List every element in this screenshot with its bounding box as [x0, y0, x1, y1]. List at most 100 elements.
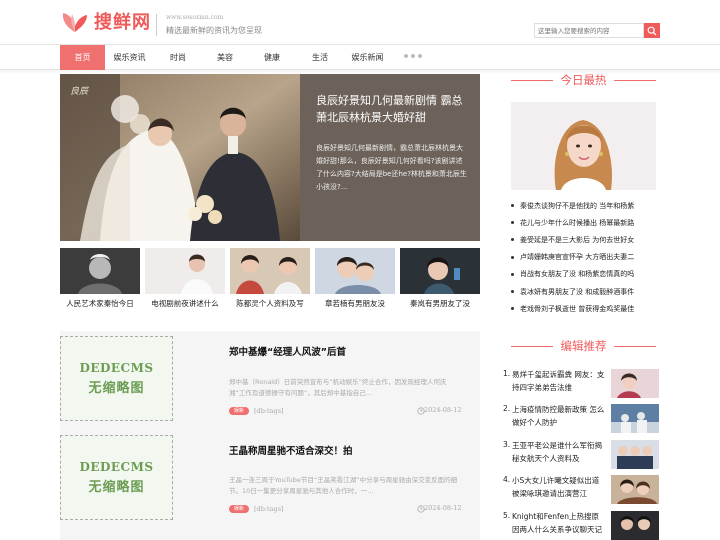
search-icon — [647, 26, 657, 35]
search-button[interactable] — [644, 23, 660, 38]
recommended-item[interactable]: 5. Knight和Fenfen上热搜原因两人什么关系争议聊天记 — [503, 511, 663, 540]
thumbnail-row: 人民艺术家秦怡今日 电视剧前夜讲述什么 陈都灵个人资料及写 章若楠有男朋友没 秦… — [60, 248, 480, 312]
site-logo[interactable]: 搜鲜网 — [60, 6, 151, 36]
banner-title[interactable]: 良辰好景知几何最新剧情 霸总萧北辰林杭景大婚好甜 — [316, 92, 468, 126]
article-title[interactable]: 郑中基爆“经理人风波”后首 — [229, 344, 346, 358]
thumbnail-image — [60, 248, 140, 294]
article-list: DEDECMS 无缩略图 郑中基爆“经理人风波”后首 郑中基（Ronald）日前… — [60, 331, 480, 540]
thumbnail-image — [315, 248, 395, 294]
thumbnail-item[interactable]: 人民艺术家秦怡今日 — [60, 248, 140, 309]
placeholder-text: 无缩略图 — [88, 480, 145, 495]
nav-item-fashion[interactable]: 时尚 — [158, 45, 198, 70]
search-box — [534, 23, 661, 38]
hot-item-title: 姜受延是不是三大影后 为何去世好女 — [520, 235, 635, 244]
placeholder-text: DEDECMS — [79, 361, 154, 375]
recommended-item[interactable]: 4. 小S大女儿许曦文疑似出道被梁咏琪邀请出演营江 — [503, 475, 663, 505]
article-summary: 郑中基（Ronald）日前突然宣布与“机动娱乐”终止合作，因发现经理人何庆湘“工… — [229, 378, 447, 397]
article-thumbnail: DEDECMS 无缩略图 — [60, 336, 173, 421]
list-item[interactable]: 秦俊杰谈狗仔不是他找的 当年和杨紫 — [511, 197, 656, 214]
recommended-title: 王亚平老公是谁什么军衔揭秘女航天个人资料及 — [512, 441, 602, 463]
list-item[interactable]: 姜受延是不是三大影后 为何去世好女 — [511, 231, 656, 248]
thumbnail-item[interactable]: 秦岚有男朋友了没 — [400, 248, 480, 309]
recommended-section-title: 编辑推荐 — [560, 339, 607, 353]
bullet-icon — [511, 255, 514, 259]
bullet-icon — [511, 238, 514, 242]
thumbnail-caption: 陈都灵个人资料及写 — [236, 299, 304, 308]
list-item[interactable]: DEDECMS 无缩略图 王晶称周星驰不适合深交！拍 王晶一连三周于YouTub… — [60, 431, 480, 540]
main-nav: 首页 娱乐资讯 时尚 美容 健康 生活 娱乐新闻 — [0, 44, 720, 70]
recommended-thumbnail — [611, 369, 659, 398]
recommended-item[interactable]: 2. 上海疫情防控最新政策 怎么做好个人防护 — [503, 404, 663, 434]
article-date: 2024-08-12 — [424, 504, 462, 512]
thumbnail-item[interactable]: 电视剧前夜讲述什么 — [145, 248, 225, 309]
recommended-item[interactable]: 1. 易烊千玺起诉霸粪 网友：支持四字弟弟告法维 — [503, 369, 663, 399]
recommended-item[interactable]: 3. 王亚平老公是谁什么军衔揭秘女航天个人资料及 — [503, 440, 663, 470]
nav-item-entertainment-news[interactable]: 娱乐新闻 — [345, 45, 390, 70]
article-title[interactable]: 王晶称周星驰不适合深交！拍 — [229, 443, 353, 457]
hot-item-title: 肖战有女朋友了没 和杨紫恋情真的吗 — [520, 270, 635, 279]
hot-item-title: 袁冰妍有男朋友了没 和成毅醉酒事件 — [520, 287, 635, 296]
list-item[interactable]: 卢靖姗韩庚官宣怀孕 大方晒出夫妻二 — [511, 249, 656, 266]
rank-number: 3. — [503, 440, 511, 449]
bullet-icon — [511, 307, 514, 311]
thumbnail-caption: 秦岚有男朋友了没 — [410, 299, 470, 308]
rank-number: 4. — [503, 475, 511, 484]
thumbnail-image — [230, 248, 310, 294]
butterfly-logo-icon — [60, 6, 90, 36]
hot-item-title: 花儿与少年什么时候播出 杨幂最新路 — [520, 218, 635, 227]
thumbnail-image — [400, 248, 480, 294]
thumbnail-item[interactable]: 陈都灵个人资料及写 — [230, 248, 310, 309]
site-url: www.sosoxian.com — [166, 14, 224, 21]
rank-number: 2. — [503, 404, 511, 413]
list-item[interactable]: DEDECMS 无缩略图 郑中基爆“经理人风波”后首 郑中基（Ronald）日前… — [60, 331, 480, 431]
nav-item-home[interactable]: 首页 — [60, 45, 105, 70]
bullet-icon — [511, 290, 514, 294]
article-tag[interactable]: 娱新 — [229, 505, 249, 513]
hot-section-heading: 今日最热 — [511, 73, 656, 87]
recommended-thumbnail — [611, 404, 659, 433]
thumbnail-item[interactable]: 章若楠有男朋友没 — [315, 248, 395, 309]
banner-image: 良辰 — [60, 74, 300, 241]
site-slogan: 精选最新鲜的资讯为您呈现 — [166, 26, 262, 35]
thumbnail-caption: 人民艺术家秦怡今日 — [66, 299, 134, 308]
svg-text:良辰: 良辰 — [70, 86, 90, 97]
hot-section-title: 今日最热 — [560, 73, 607, 87]
recommended-title: 易烊千玺起诉霸粪 网友：支持四字弟弟告法维 — [512, 370, 605, 392]
article-summary: 王晶一连三周于YouTube节目“王晶笑看江湖”中分享与周星驰由深交变反面的细节… — [229, 476, 458, 495]
article-thumbnail: DEDECMS 无缩略图 — [60, 435, 173, 520]
article-tag[interactable]: 娱新 — [229, 407, 249, 415]
hot-list: 秦俊杰谈狗仔不是他找的 当年和杨紫 花儿与少年什么时候播出 杨幂最新路 姜受延是… — [511, 197, 656, 317]
placeholder-text: DEDECMS — [79, 460, 154, 474]
recommended-thumbnail — [611, 475, 659, 504]
nav-item-beauty[interactable]: 美容 — [205, 45, 245, 70]
logo-divider — [156, 14, 157, 36]
nav-item-entertainment-info[interactable]: 娱乐资讯 — [107, 45, 152, 70]
article-date: 2024-08-12 — [424, 406, 462, 414]
bullet-icon — [511, 204, 514, 208]
list-item[interactable]: 花儿与少年什么时候播出 杨幂最新路 — [511, 214, 656, 231]
list-item[interactable]: 老戏骨刘子枫逝世 曾获得金鸡奖最佳 — [511, 300, 656, 317]
nav-item-health[interactable]: 健康 — [252, 45, 292, 70]
featured-banner[interactable]: 良辰 良辰好景知几何最新剧情 霸总萧北辰林杭景大婚好甜 良辰好景知几何最新剧情，… — [60, 74, 480, 241]
more-dots-icon[interactable] — [404, 54, 422, 58]
bullet-icon — [511, 221, 514, 225]
list-item[interactable]: 肖战有女朋友了没 和杨紫恋情真的吗 — [511, 266, 656, 283]
rank-number: 1. — [503, 369, 511, 378]
recommended-thumbnail — [611, 440, 659, 469]
thumbnail-caption: 电视剧前夜讲述什么 — [151, 299, 219, 308]
hot-item-title: 秦俊杰谈狗仔不是他找的 当年和杨紫 — [520, 201, 635, 210]
hot-item-title: 卢靖姗韩庚官宣怀孕 大方晒出夫妻二 — [520, 253, 635, 262]
logo-text: 搜鲜网 — [94, 12, 151, 33]
search-input[interactable] — [534, 23, 644, 38]
recommended-title: 上海疫情防控最新政策 怎么做好个人防护 — [512, 405, 605, 427]
article-category: [db:tags] — [254, 407, 284, 415]
thumbnail-caption: 章若楠有男朋友没 — [325, 299, 385, 308]
recommended-title: Knight和Fenfen上热搜原因两人什么关系争议聊天记 — [512, 512, 602, 534]
hot-feature-image[interactable] — [511, 102, 656, 190]
bullet-icon — [511, 272, 514, 276]
site-header: 搜鲜网 www.sosoxian.com 精选最新鲜的资讯为您呈现 — [0, 0, 720, 44]
banner-info: 良辰好景知几何最新剧情 霸总萧北辰林杭景大婚好甜 良辰好景知几何最新剧情，霸总萧… — [300, 74, 480, 241]
placeholder-text: 无缩略图 — [88, 381, 145, 396]
nav-item-life[interactable]: 生活 — [300, 45, 340, 70]
list-item[interactable]: 袁冰妍有男朋友了没 和成毅醉酒事件 — [511, 283, 656, 300]
